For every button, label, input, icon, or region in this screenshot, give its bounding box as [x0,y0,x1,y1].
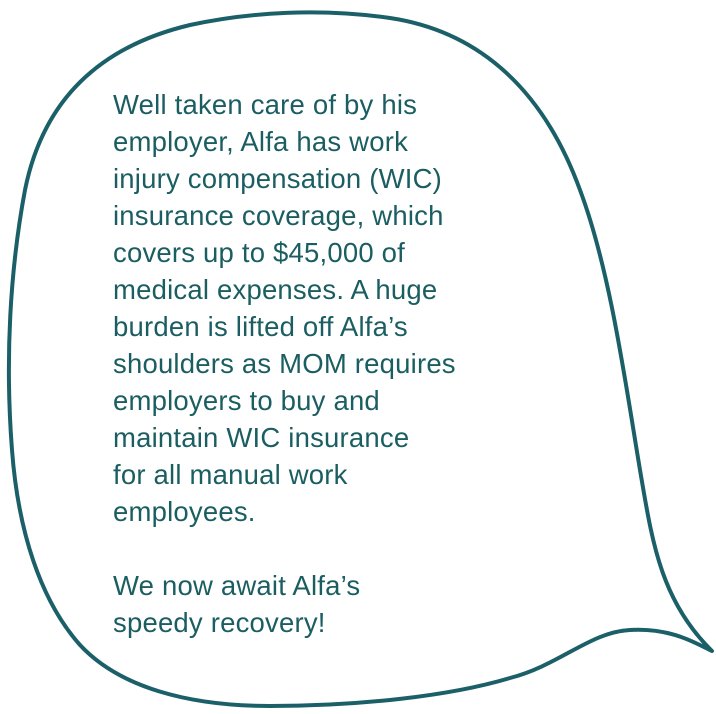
text-line: Well taken care of by his [113,89,418,120]
text-line: shoulders as MOM requires [113,348,456,379]
text-line: medical expenses. A huge [113,274,438,305]
text-line: injury compensation (WIC) [113,163,442,194]
speech-bubble-text: Well taken care of by his employer, Alfa… [113,86,553,641]
text-line: employer, Alfa has work [113,126,409,157]
text-line: burden is lifted off Alfa’s [113,311,408,342]
text-line: employers to buy and [113,385,380,416]
text-line: maintain WIC insurance [113,422,410,453]
text-line: covers up to $45,000 of [113,237,406,268]
text-line: employees. [113,496,256,527]
text-line: insurance coverage, which [113,200,444,231]
text-line: We now await Alfa’s [113,570,361,601]
text-line: speedy recovery! [113,607,326,638]
text-line: for all manual work [113,459,348,490]
